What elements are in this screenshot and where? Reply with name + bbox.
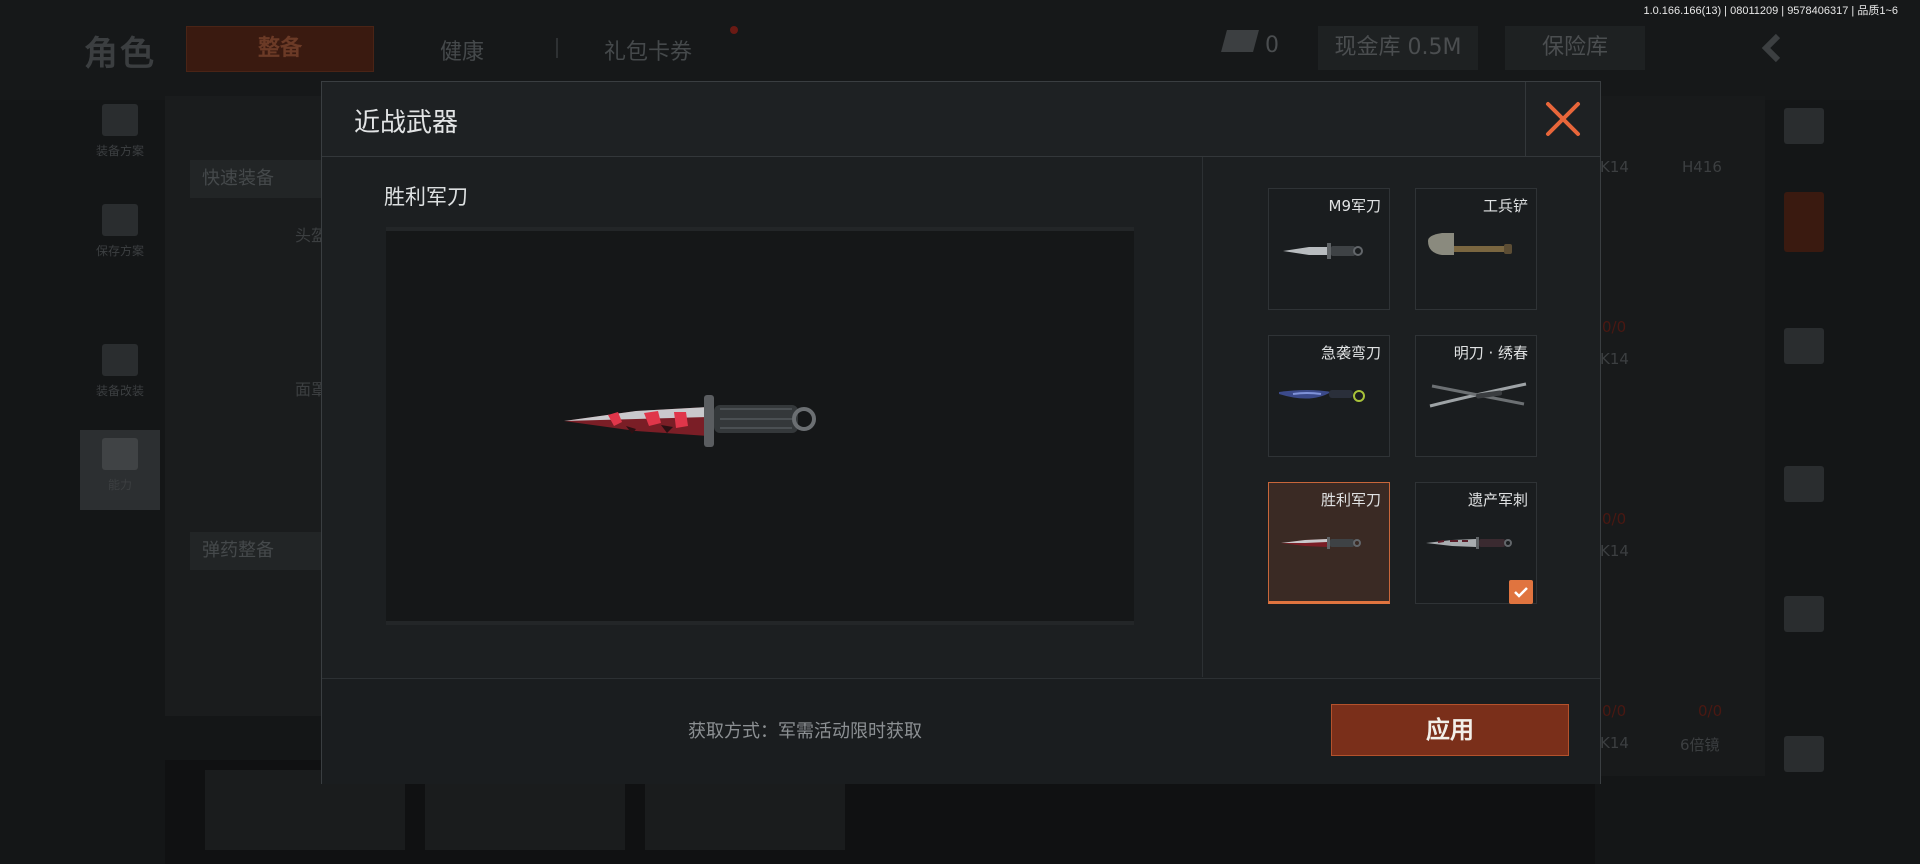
- download-icon: [102, 204, 138, 236]
- left-nav: 装备方案 保存方案 装备改装 能力: [80, 96, 160, 516]
- weapon-column: [1600, 96, 1765, 776]
- tab-gift-cards[interactable]: 礼包卡券: [604, 34, 692, 66]
- cash-vault-button[interactable]: 现金库 0.5M: [1318, 26, 1478, 70]
- weapon-card-ming-sabre[interactable]: 明刀 · 绣春: [1415, 335, 1537, 457]
- weapon-card-karambit[interactable]: 急袭弯刀: [1268, 335, 1390, 457]
- melee-weapon-modal: 近战武器 胜利军刀 M9军刀 工兵铲 急袭弯刀 明刀 · 绣春 胜利军刀 遗产军…: [321, 81, 1601, 784]
- version-info: 1.0.166.166(13) | 08011209 | 9578406317 …: [1643, 5, 1898, 17]
- checkmark-icon: [1514, 587, 1528, 598]
- weapon-card-victory-bayonet[interactable]: 胜利军刀: [1268, 482, 1390, 604]
- weapon-label: K14: [1600, 350, 1629, 368]
- nav-save[interactable]: 保存方案: [80, 196, 160, 276]
- tab-separator: [556, 38, 558, 58]
- currency-icon: [1221, 30, 1259, 52]
- ammo-count: 0/0: [1602, 702, 1627, 720]
- armor-icon[interactable]: [1784, 328, 1824, 364]
- right-sidebar: [1770, 96, 1840, 796]
- weapon-card-m9[interactable]: M9军刀: [1268, 188, 1390, 310]
- active-slot-icon[interactable]: [1784, 192, 1824, 252]
- rifle-icon[interactable]: [1784, 466, 1824, 502]
- equipped-check-badge: [1509, 580, 1533, 604]
- nav-label: 保存方案: [95, 244, 144, 258]
- close-button[interactable]: [1525, 82, 1600, 156]
- modal-footer: 获取方式：军需活动限时获取 应用: [322, 678, 1600, 784]
- tab-equip[interactable]: 整备: [186, 26, 374, 72]
- nav-modify[interactable]: 装备改装: [80, 336, 160, 416]
- victory-bayonet-preview-icon: [564, 395, 816, 447]
- ammo-count: 0/0: [1602, 510, 1627, 528]
- weapon-card-shovel[interactable]: 工兵铲: [1415, 188, 1537, 310]
- layers-icon[interactable]: [1784, 108, 1824, 144]
- weapon-preview: [386, 227, 1134, 625]
- preview-area: 胜利军刀: [322, 157, 1201, 677]
- ammo-count: 0/0: [1698, 702, 1723, 720]
- weapon-label: H416: [1682, 158, 1722, 176]
- nav-label: 能力: [107, 478, 132, 492]
- magazine-icon[interactable]: [1784, 596, 1824, 632]
- back-button[interactable]: [1740, 26, 1800, 70]
- weapon-grid: M9军刀 工兵铲 急袭弯刀 明刀 · 绣春 胜利军刀 遗产军刺: [1203, 157, 1600, 677]
- ability-icon: [102, 438, 138, 470]
- karambit-icon: [1279, 390, 1365, 402]
- close-icon: [1546, 102, 1580, 136]
- selected-item-name: 胜利军刀: [384, 185, 468, 209]
- vest-icon: [102, 104, 138, 136]
- m9-bayonet-icon: [1283, 243, 1363, 259]
- currency-count: 0: [1265, 33, 1279, 58]
- ammo-count: 0/0: [1602, 318, 1627, 336]
- cash-vault-label: 现金库 0.5M: [1334, 35, 1462, 60]
- scope-label: 6倍镜: [1680, 736, 1720, 754]
- insurance-vault-label: 保险库: [1541, 35, 1608, 60]
- victory-bayonet-icon: [1281, 537, 1361, 549]
- tab-health[interactable]: 健康: [440, 34, 484, 66]
- item-icon[interactable]: [1784, 736, 1824, 772]
- acquire-method-text: 获取方式：军需活动限时获取: [688, 721, 922, 742]
- nav-label: 装备方案: [95, 144, 144, 158]
- modal-title: 近战武器: [354, 108, 459, 138]
- shovel-icon: [1428, 233, 1512, 255]
- weapon-label: K14: [1600, 734, 1629, 752]
- weapon-label: K14: [1600, 542, 1629, 560]
- nav-label: 装备改装: [95, 384, 144, 398]
- insurance-vault-button[interactable]: 保险库: [1505, 26, 1645, 70]
- back-arrow-icon: [1761, 33, 1781, 63]
- weapon-card-legacy-bayonet[interactable]: 遗产军刺: [1415, 482, 1537, 604]
- page-title: 角色: [84, 34, 156, 74]
- mask-icon: [102, 344, 138, 376]
- ammo-equip-button[interactable]: 弹药整备: [190, 532, 332, 570]
- quick-equip-button[interactable]: 快速装备: [190, 160, 332, 198]
- apply-button[interactable]: 应用: [1331, 704, 1569, 756]
- tab-label: 整备: [257, 36, 302, 61]
- modal-header: 近战武器: [322, 82, 1600, 157]
- notification-dot: [730, 26, 738, 34]
- nav-ability[interactable]: 能力: [80, 430, 160, 510]
- nav-loadout[interactable]: 装备方案: [80, 96, 160, 176]
- weapon-label: K14: [1600, 158, 1629, 176]
- ming-sabre-icon: [1429, 382, 1527, 408]
